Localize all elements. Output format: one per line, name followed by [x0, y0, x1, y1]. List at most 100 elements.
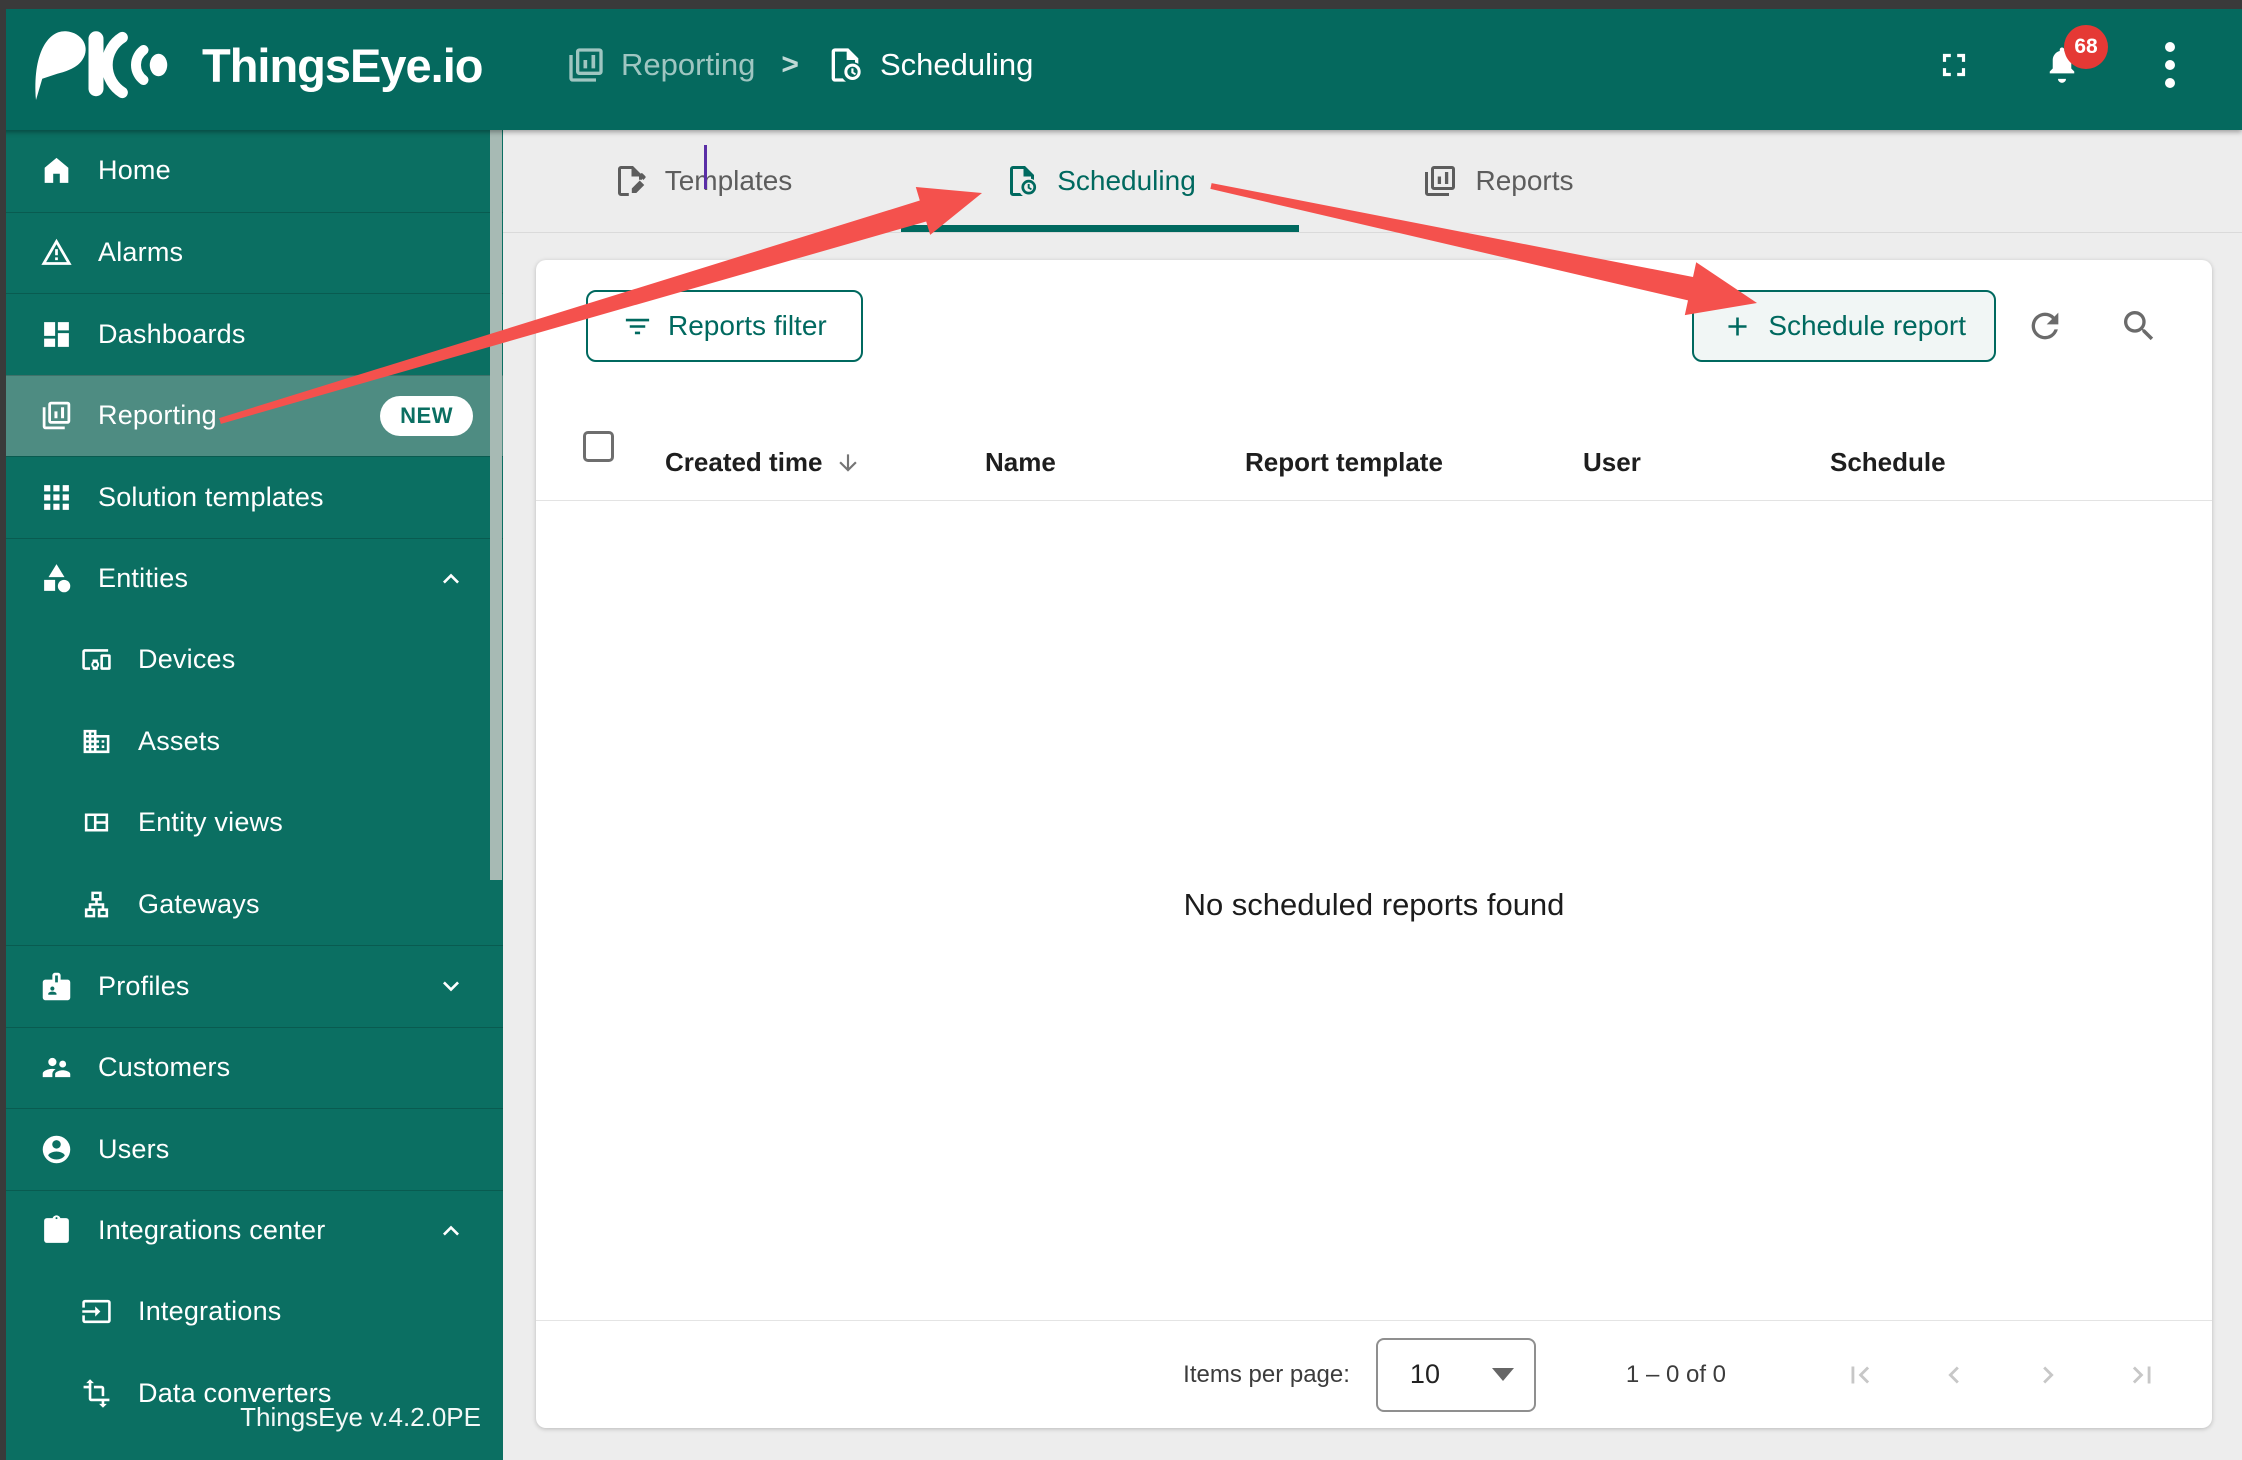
items-per-page-label: Items per page:: [1183, 1360, 1350, 1388]
schedule-report-label: Schedule report: [1768, 310, 1966, 341]
solution-templates-icon: [38, 479, 74, 515]
tab-templates-icon: [612, 163, 648, 199]
sidebar-item-dashboards[interactable]: Dashboards: [0, 293, 503, 375]
chevron-down-icon[interactable]: [435, 970, 467, 1002]
sidebar: Home Alarms Dashboards Reporting NEW Solution…: [0, 130, 503, 1460]
app-window: ThingsEye.io Reporting > Scheduling 68 H…: [0, 0, 2242, 1460]
tab-templates[interactable]: Templates: [503, 130, 901, 232]
sidebar-item-integrations[interactable]: Integrations: [0, 1271, 503, 1353]
notifications-button[interactable]: 68: [2034, 25, 2108, 93]
thingseye-logo-icon: [35, 31, 168, 101]
app-logo[interactable]: ThingsEye.io: [26, 25, 483, 105]
sidebar-item-label: Entity views: [138, 807, 283, 838]
next-page-button[interactable]: [2024, 1351, 2072, 1399]
sidebar-item-assets[interactable]: Assets: [0, 701, 503, 783]
sidebar-item-customers[interactable]: Customers: [0, 1026, 503, 1109]
column-header-name[interactable]: Name: [985, 425, 1056, 500]
dashboards-icon: [38, 316, 74, 352]
sidebar-item-entity-views[interactable]: Entity views: [0, 782, 503, 864]
tab-reports-icon: [1422, 163, 1458, 199]
scheduling-card: Reports filter Schedule report Created t…: [536, 260, 2212, 1428]
search-button[interactable]: [2115, 302, 2163, 350]
integrations-icon: [78, 1294, 114, 1330]
tab-label: Templates: [664, 165, 793, 196]
sidebar-item-reporting[interactable]: Reporting NEW: [0, 374, 503, 456]
vertical-dots-icon: [2165, 42, 2175, 88]
new-badge: NEW: [380, 395, 473, 436]
sidebar-nav: Home Alarms Dashboards Reporting NEW Solution…: [0, 130, 503, 1434]
column-label: Created time: [665, 447, 823, 477]
header-actions: 68: [1926, 25, 2198, 93]
chevron-up-icon[interactable]: [435, 1215, 467, 1247]
plus-icon: [1722, 311, 1753, 342]
chevron-up-icon[interactable]: [435, 563, 467, 595]
sidebar-item-label: Home: [98, 155, 171, 186]
sidebar-item-label: Reporting: [98, 400, 217, 431]
prev-page-button[interactable]: [1930, 1351, 1978, 1399]
tab-scheduling[interactable]: Scheduling: [901, 130, 1299, 232]
first-page-button[interactable]: [1836, 1351, 1884, 1399]
last-page-button[interactable]: [2118, 1351, 2166, 1399]
users-icon: [38, 1131, 74, 1167]
breadcrumb: Reporting > Scheduling: [566, 45, 1033, 85]
select-all-checkbox[interactable]: [583, 431, 614, 462]
logo-text: ThingsEye.io: [202, 38, 483, 92]
breadcrumb-section-label: Reporting: [621, 47, 756, 82]
window-frame-left: [0, 0, 6, 1460]
sidebar-item-label: Dashboards: [98, 318, 246, 349]
next-page-icon: [2031, 1358, 2065, 1392]
fullscreen-button[interactable]: [1926, 37, 1982, 93]
tab-label: Scheduling: [1057, 165, 1196, 196]
table-header-row: Created time Name Report template User Sched…: [536, 425, 2212, 500]
breadcrumb-separator: >: [781, 48, 799, 81]
sidebar-item-devices[interactable]: Devices: [0, 619, 503, 701]
assets-icon: [78, 723, 114, 759]
reporting-icon: [38, 398, 74, 434]
sidebar-item-profiles[interactable]: Profiles: [0, 945, 503, 1027]
sort-desc-arrow-icon: [835, 450, 861, 476]
sidebar-item-label: Customers: [98, 1052, 231, 1083]
sidebar-item-entities[interactable]: Entities: [0, 537, 503, 620]
schedule-report-button[interactable]: Schedule report: [1692, 290, 1996, 362]
breadcrumb-page-label: Scheduling: [879, 47, 1034, 82]
sidebar-item-solution-templates[interactable]: Solution templates: [0, 456, 503, 538]
sidebar-item-label: Integrations: [138, 1296, 282, 1327]
app-header: ThingsEye.io Reporting > Scheduling 68: [0, 0, 2242, 130]
column-label: Name: [985, 447, 1056, 477]
more-menu-button[interactable]: [2142, 37, 2198, 93]
column-header-schedule[interactable]: Schedule: [1830, 425, 1946, 500]
sidebar-item-label: Entities: [98, 563, 189, 594]
column-header-user[interactable]: User: [1583, 425, 1641, 500]
dropdown-arrow-icon: [1491, 1368, 1514, 1381]
search-icon: [2119, 306, 2159, 346]
sidebar-item-label: Solution templates: [98, 481, 324, 512]
devices-icon: [78, 642, 114, 678]
first-page-icon: [1843, 1358, 1877, 1392]
sidebar-item-alarms[interactable]: Alarms: [0, 211, 503, 294]
app-version: ThingsEye v.4.2.0PE: [240, 1402, 481, 1432]
sidebar-item-label: Integrations center: [98, 1215, 326, 1246]
reports-filter-label: Reports filter: [668, 310, 827, 341]
prev-page-icon: [1937, 1358, 1971, 1392]
column-label: User: [1583, 447, 1641, 477]
sidebar-item-label: Gateways: [138, 888, 260, 919]
page-size-value: 10: [1409, 1359, 1440, 1389]
column-header-report-template[interactable]: Report template: [1245, 425, 1443, 500]
window-frame-top: [0, 0, 2242, 9]
sidebar-scrollbar[interactable]: [490, 130, 502, 880]
column-label: Report template: [1245, 447, 1443, 477]
sidebar-item-users[interactable]: Users: [0, 1108, 503, 1190]
paginator-range: 1 – 0 of 0: [1625, 1360, 1726, 1388]
column-label: Schedule: [1830, 447, 1946, 477]
column-header-created-time[interactable]: Created time: [665, 425, 861, 500]
sidebar-item-gateways[interactable]: Gateways: [0, 864, 503, 946]
reports-filter-button[interactable]: Reports filter: [586, 290, 863, 362]
page-size-select[interactable]: 10: [1375, 1337, 1536, 1412]
refresh-button[interactable]: [2021, 302, 2069, 350]
sidebar-item-integrations-center[interactable]: Integrations center: [0, 1189, 503, 1272]
breadcrumb-section[interactable]: Reporting: [566, 45, 755, 85]
tab-reports[interactable]: Reports: [1299, 130, 1697, 232]
sidebar-item-home[interactable]: Home: [0, 130, 503, 212]
sidebar-item-label: Users: [98, 1133, 170, 1164]
fullscreen-icon: [1935, 46, 1973, 84]
